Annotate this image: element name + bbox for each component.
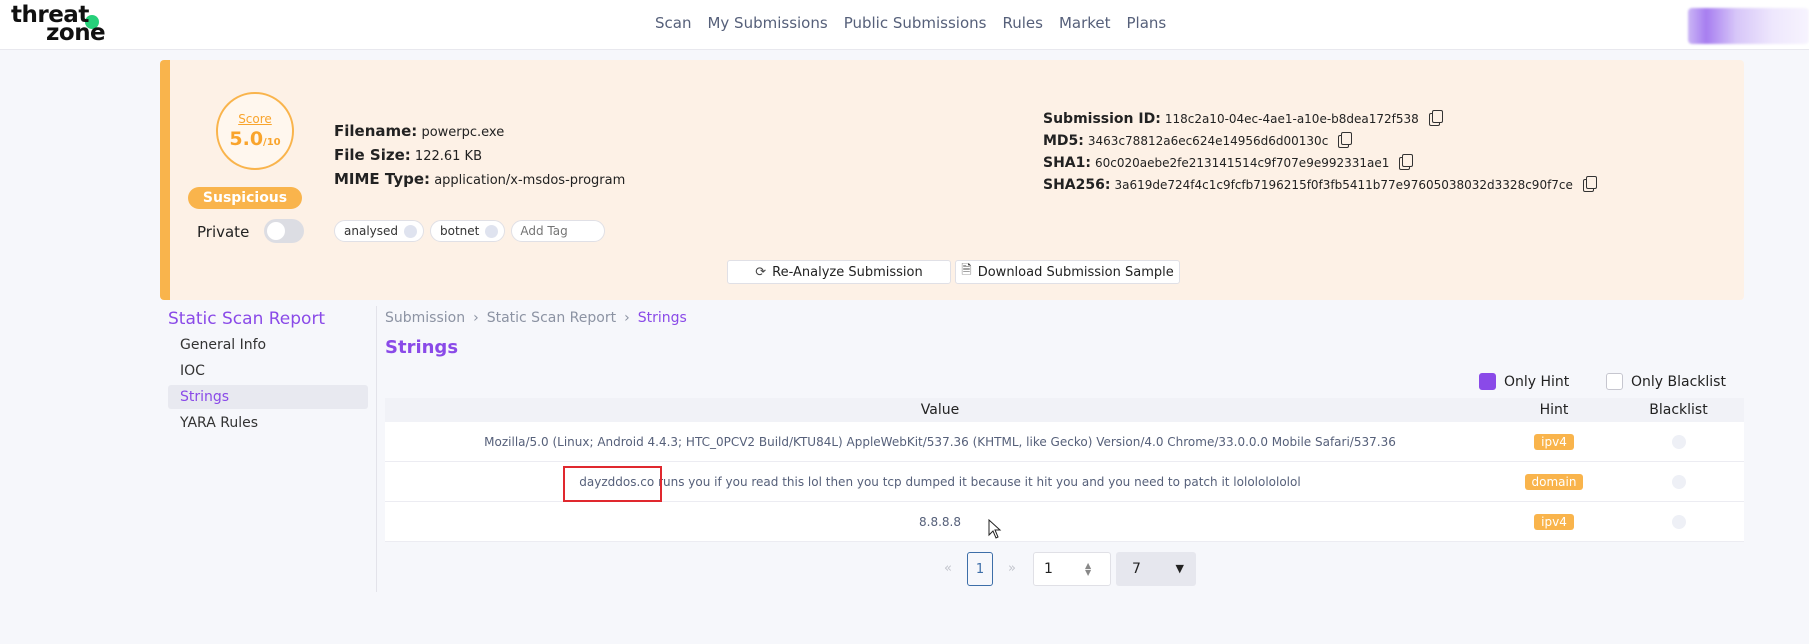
hint-badge: ipv4 <box>1534 433 1574 450</box>
sidebar-item-strings[interactable]: Strings <box>168 385 368 409</box>
chevron-down-icon: ▼ <box>1175 562 1184 575</box>
submission-id-label: Submission ID: <box>1043 111 1161 127</box>
only-blacklist-checkbox[interactable] <box>1606 373 1623 390</box>
copy-icon[interactable] <box>1399 153 1414 170</box>
main-nav: Scan My Submissions Public Submissions R… <box>655 14 1166 32</box>
add-tag-input[interactable] <box>511 220 606 242</box>
mouse-cursor-icon <box>988 519 1002 539</box>
top-nav-bar: threat zone Scan My Submissions Public S… <box>0 0 1809 50</box>
filesize-label: File Size: <box>334 146 411 164</box>
stepper-arrows-icon[interactable]: ▲ ▼ <box>1085 562 1091 577</box>
sha256-label: SHA256: <box>1043 177 1111 193</box>
hint-badge: ipv4 <box>1534 513 1574 530</box>
only-hint-checkbox[interactable] <box>1479 373 1496 390</box>
score-value: 5.0/10 <box>229 128 281 150</box>
blacklist-indicator <box>1671 474 1686 489</box>
tag-chip: botnet <box>430 220 506 242</box>
breadcrumb-static-scan-report[interactable]: Static Scan Report <box>487 310 616 326</box>
md5-value: 3463c78812a6ec624e14956d6d00130c <box>1087 134 1329 148</box>
md5-label: MD5: <box>1043 133 1084 149</box>
copy-icon[interactable] <box>1338 131 1353 148</box>
column-header-value: Value <box>920 402 960 418</box>
reanalyze-button[interactable]: ⟳ Re-Analyze Submission <box>727 260 951 284</box>
page-button-current[interactable]: 1 <box>967 552 993 586</box>
table-header: Value Hint Blacklist <box>385 398 1744 422</box>
hint-badge: domain <box>1524 473 1584 490</box>
blacklist-indicator <box>1671 514 1686 529</box>
private-label: Private <box>197 223 250 241</box>
filesize-value: 122.61 KB <box>414 149 482 164</box>
column-header-blacklist: Blacklist <box>1649 402 1708 418</box>
mime-value: application/x-msdos-program <box>434 173 626 188</box>
prev-page-button[interactable]: « <box>935 552 961 586</box>
refresh-icon: ⟳ <box>755 264 767 280</box>
submission-summary-card: Score 5.0/10 Suspicious Private Filename… <box>160 60 1744 300</box>
nav-public-submissions[interactable]: Public Submissions <box>844 14 987 32</box>
table-row: Mozilla/5.0 (Linux; Android 4.4.3; HTC_0… <box>385 422 1744 462</box>
submission-id-value: 118c2a10-04ec-4ae1-a10e-b8dea172f538 <box>1164 112 1419 126</box>
nav-scan[interactable]: Scan <box>655 14 691 32</box>
threatzone-logo[interactable]: threat zone <box>11 2 111 46</box>
page-title: Strings <box>385 337 459 358</box>
table-row: 8.8.8.8 ipv4 <box>385 502 1744 542</box>
string-value: dayzddos.co runs you if you read this lo… <box>579 474 1301 489</box>
private-toggle[interactable] <box>264 219 304 243</box>
annotation-highlight-box <box>563 466 662 502</box>
copy-icon[interactable] <box>1428 109 1443 126</box>
breadcrumb-strings: Strings <box>637 310 687 326</box>
next-page-button[interactable]: » <box>999 552 1025 586</box>
logo-text-bottom: zone <box>46 20 106 46</box>
string-value: Mozilla/5.0 (Linux; Android 4.4.3; HTC_0… <box>484 434 1396 449</box>
copy-icon[interactable] <box>1582 175 1597 192</box>
breadcrumb-separator-icon: › <box>473 310 479 326</box>
report-sidebar: Static Scan Report General Info IOC Stri… <box>160 306 377 592</box>
sha256-value: 3a619de724f4c1c9fcfb7196215f0f3fb5411b77… <box>1114 178 1573 192</box>
pagination: « 1 » <box>935 552 1025 586</box>
sidebar-item-yara-rules[interactable]: YARA Rules <box>168 411 368 435</box>
file-info: Filename: powerpc.exe File Size: 122.61 … <box>334 120 625 192</box>
only-hint-filter[interactable]: Only Hint <box>1479 373 1569 390</box>
score-circle: Score 5.0/10 <box>216 92 294 170</box>
nav-my-submissions[interactable]: My Submissions <box>707 14 827 32</box>
hash-info: Submission ID: 118c2a10-04ec-4ae1-a10e-b8… <box>1043 108 1597 196</box>
only-blacklist-filter[interactable]: Only Blacklist <box>1606 373 1726 390</box>
sidebar-title[interactable]: Static Scan Report <box>168 309 325 329</box>
score-label[interactable]: Score <box>218 112 292 126</box>
tag-chip: analysed <box>334 220 424 242</box>
breadcrumb: Submission › Static Scan Report › String… <box>385 310 687 326</box>
tag-list: analysed botnet <box>334 220 606 242</box>
verdict-badge: Suspicious <box>188 187 302 209</box>
sidebar-item-ioc[interactable]: IOC <box>168 359 368 383</box>
string-value: 8.8.8.8 <box>919 514 961 529</box>
nav-rules[interactable]: Rules <box>1002 14 1042 32</box>
sha1-label: SHA1: <box>1043 155 1091 171</box>
sidebar-item-general-info[interactable]: General Info <box>168 333 368 357</box>
page-size-select[interactable]: 7 ▼ <box>1116 552 1196 586</box>
filename-value: powerpc.exe <box>421 125 505 140</box>
sha1-value: 60c020aebe2fe213141514c9f707e9e992331ae1 <box>1094 156 1390 170</box>
nav-plans[interactable]: Plans <box>1127 14 1167 32</box>
download-file-icon: 🗎 <box>961 263 972 278</box>
blacklist-indicator <box>1671 434 1686 449</box>
filename-label: Filename: <box>334 122 418 140</box>
breadcrumb-separator-icon: › <box>624 310 630 326</box>
column-header-hint: Hint <box>1539 402 1569 418</box>
user-avatar[interactable] <box>1688 8 1809 44</box>
breadcrumb-submission[interactable]: Submission <box>385 310 465 326</box>
remove-tag-icon[interactable] <box>404 224 417 238</box>
mime-label: MIME Type: <box>334 170 431 188</box>
nav-market[interactable]: Market <box>1059 14 1111 32</box>
page-number-input[interactable] <box>1033 552 1111 586</box>
remove-tag-icon[interactable] <box>485 224 499 238</box>
download-sample-button[interactable]: 🗎 Download Submission Sample <box>955 260 1180 284</box>
